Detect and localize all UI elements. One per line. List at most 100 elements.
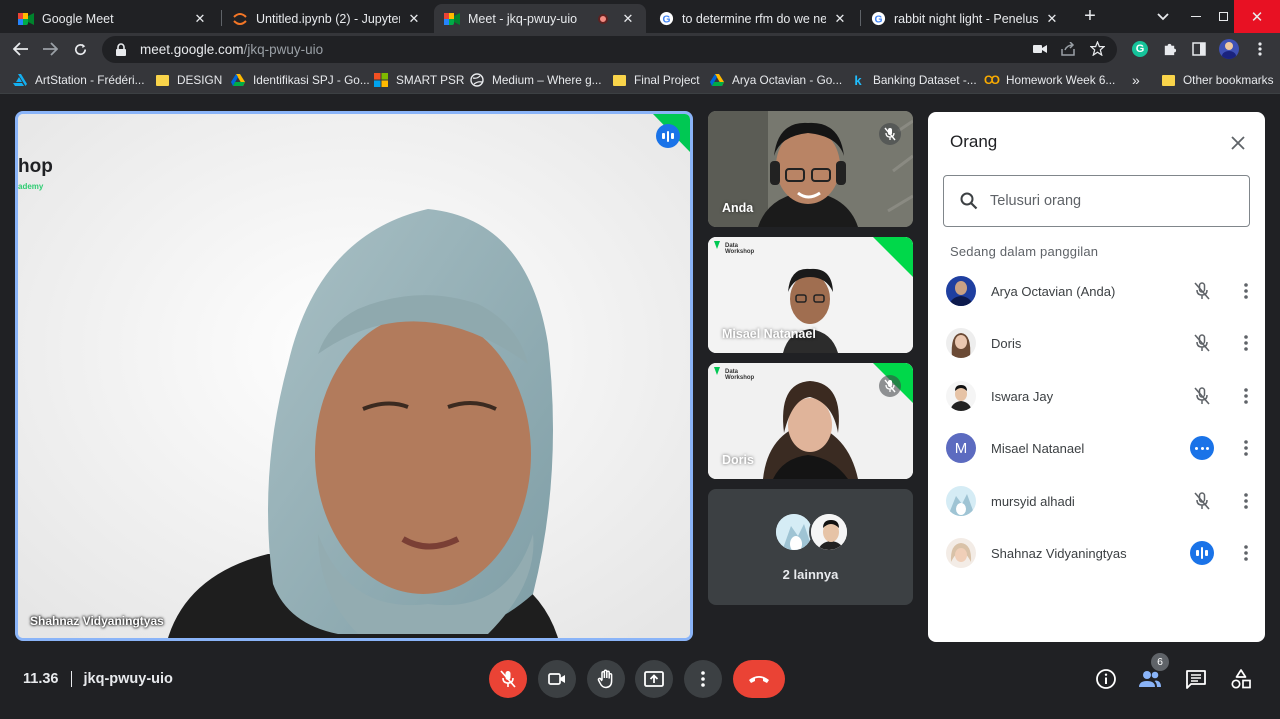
participant-row[interactable]: Arya Octavian (Anda): [946, 271, 1256, 311]
lock-icon: [116, 42, 126, 56]
address-bar[interactable]: meet.google.com/jkq-pwuy-uio: [102, 36, 1117, 63]
tab-title: Meet - jkq-pwuy-uio: [468, 11, 578, 26]
meeting-details: 11.36 jkq-pwuy-uio: [23, 671, 173, 687]
speaking-indicator-icon[interactable]: [1190, 541, 1214, 565]
bookmark-label: Medium – Where g...: [492, 73, 602, 87]
url-host: meet.google.com: [140, 42, 244, 57]
close-window-button[interactable]: ✕: [1234, 0, 1280, 33]
more-options-icon[interactable]: [1236, 541, 1256, 565]
participant-tile-anda[interactable]: Anda: [708, 111, 913, 227]
muted-mic-icon[interactable]: [1190, 384, 1214, 408]
profile-avatar[interactable]: [1217, 37, 1241, 61]
presenting-icon[interactable]: [1190, 436, 1214, 460]
muted-mic-icon[interactable]: [1190, 279, 1214, 303]
forward-button[interactable]: [38, 37, 62, 61]
tab-search-button[interactable]: [1148, 0, 1178, 33]
star-icon[interactable]: [1089, 40, 1106, 59]
bookmark-identifikasi-spj[interactable]: Identifikasi SPJ - Go...: [231, 71, 370, 89]
close-tab-icon[interactable]: ✕: [192, 11, 208, 27]
leave-call-button[interactable]: [733, 660, 785, 698]
participant-row[interactable]: mursyid alhadi: [946, 481, 1256, 521]
more-options-icon[interactable]: [1236, 436, 1256, 460]
main-video-tile[interactable]: hop ademy Shahnaz Vidyaningtyas: [15, 111, 693, 641]
activities-button[interactable]: [1228, 666, 1254, 692]
participant-tile-misael[interactable]: Data Workshop Misael Natanael: [708, 237, 913, 353]
recording-indicator-icon: [598, 13, 608, 24]
minimize-icon: [1191, 16, 1201, 17]
bookmark-artstation[interactable]: ArtStation - Frédéri...: [13, 71, 144, 89]
folder-icon: [612, 73, 626, 87]
clock-time: 11.36: [23, 671, 59, 687]
google-icon: G: [870, 11, 886, 27]
mic-toggle-button[interactable]: [489, 660, 527, 698]
more-participants-tile[interactable]: 2 lainnya: [708, 489, 913, 605]
new-tab-button[interactable]: +: [1078, 5, 1102, 29]
chat-button[interactable]: [1183, 666, 1209, 692]
bookmark-label: Arya Octavian - Go...: [732, 73, 843, 87]
participant-row[interactable]: Doris: [946, 323, 1256, 363]
more-options-icon[interactable]: [1236, 489, 1256, 513]
speaker-video: [18, 114, 690, 638]
more-options-icon[interactable]: [1236, 384, 1256, 408]
google-drive-icon: [231, 73, 245, 87]
close-tab-icon[interactable]: ✕: [1044, 11, 1060, 27]
close-tab-icon[interactable]: ✕: [832, 11, 848, 27]
participant-name: Anda: [722, 201, 754, 215]
meeting-details-button[interactable]: [1093, 666, 1119, 692]
jupyter-icon: [232, 11, 248, 27]
bookmark-design-folder[interactable]: DESIGN: [155, 71, 222, 89]
speaking-indicator-icon: [656, 124, 680, 148]
other-bookmarks-folder[interactable]: Other bookmarks: [1161, 71, 1273, 89]
restore-button[interactable]: [1212, 0, 1234, 33]
bookmark-arya-octavian[interactable]: Arya Octavian - Go...: [710, 71, 842, 89]
close-panel-button[interactable]: [1227, 132, 1249, 154]
participant-row[interactable]: Iswara Jay: [946, 376, 1256, 416]
bookmark-homework-week[interactable]: CO Homework Week 6...: [984, 71, 1115, 89]
close-tab-icon[interactable]: ✕: [620, 11, 636, 27]
participant-name: Shahnaz Vidyaningtyas: [991, 545, 1127, 561]
bookmarks-overflow-button[interactable]: »: [1132, 71, 1140, 89]
raise-hand-button[interactable]: [587, 660, 625, 698]
bookmark-label: ArtStation - Frédéri...: [35, 73, 145, 87]
chevron-down-icon: [1157, 12, 1169, 20]
extensions-puzzle-icon[interactable]: [1157, 37, 1181, 61]
share-icon[interactable]: [1061, 40, 1076, 59]
close-tab-icon[interactable]: ✕: [406, 11, 422, 27]
muted-mic-icon[interactable]: [1190, 331, 1214, 355]
side-panel-icon[interactable]: [1187, 37, 1211, 61]
browser-toolbar: meet.google.com/jkq-pwuy-uio G: [0, 33, 1280, 66]
tab-google-search-rfm[interactable]: G to determine rfm do we need t ✕: [648, 4, 858, 33]
tab-google-search-rabbit[interactable]: G rabbit night light - Penelusuran ✕: [860, 4, 1070, 33]
more-options-icon[interactable]: [1236, 279, 1256, 303]
tab-jupyterlab[interactable]: Untitled.ipynb (2) - JupyterLab ✕: [222, 4, 432, 33]
slide-watermark-sub: ademy: [18, 182, 44, 191]
bookmark-banking-dataset[interactable]: k Banking Dataset -...: [851, 71, 976, 89]
close-icon: [1231, 136, 1245, 150]
reload-button[interactable]: [68, 37, 92, 61]
more-options-button[interactable]: [684, 660, 722, 698]
people-panel: Orang Sedang dalam panggilan Arya Octavi…: [928, 112, 1265, 642]
participant-row[interactable]: M Misael Natanael: [946, 428, 1256, 468]
people-search-input[interactable]: [990, 193, 1230, 209]
camera-toggle-button[interactable]: [538, 660, 576, 698]
kebab-menu-icon[interactable]: [1248, 37, 1272, 61]
google-meet-icon: [444, 11, 460, 27]
camera-in-use-icon[interactable]: [1033, 43, 1047, 58]
muted-mic-icon[interactable]: [1190, 489, 1214, 513]
more-options-icon[interactable]: [1236, 331, 1256, 355]
bookmark-smart-psr[interactable]: SMART PSR: [374, 71, 464, 89]
bookmark-medium[interactable]: Medium – Where g...: [470, 71, 602, 89]
present-screen-button[interactable]: [635, 660, 673, 698]
bookmark-final-project-folder[interactable]: Final Project: [612, 71, 700, 89]
back-button[interactable]: [9, 37, 33, 61]
tab-meet-active[interactable]: Meet - jkq-pwuy-uio ✕: [434, 4, 646, 33]
participant-tile-doris[interactable]: Data Workshop Doris: [708, 363, 913, 479]
avatar: [809, 512, 849, 552]
arrow-left-icon: [13, 42, 28, 56]
minimize-button[interactable]: [1180, 0, 1212, 33]
people-search-field[interactable]: [943, 175, 1250, 227]
participant-row[interactable]: Shahnaz Vidyaningtyas: [946, 533, 1256, 573]
grammarly-extension-icon[interactable]: G: [1128, 37, 1152, 61]
tab-google-meet[interactable]: Google Meet ✕: [8, 4, 218, 33]
present-icon: [644, 671, 664, 687]
